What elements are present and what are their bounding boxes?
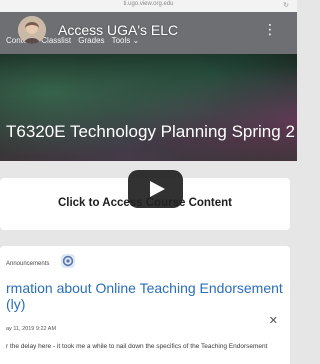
- announcement-body: r the delay here - it took me a while to…: [6, 343, 268, 350]
- announcements-widget: Announcements rmation about Online Teach…: [0, 246, 290, 364]
- course-banner: T6320E Technology Planning Spring 2: [0, 54, 297, 161]
- announcements-label: Announcements: [6, 261, 50, 267]
- url-text: ti.ugo.view.org.edu: [123, 1, 174, 7]
- announcements-settings-icon[interactable]: [61, 254, 75, 268]
- announcement-date: ay 11, 2019 9:22 AM: [6, 326, 57, 332]
- course-title: T6320E Technology Planning Spring 2: [6, 122, 295, 141]
- dismiss-announcement-icon[interactable]: ✕: [269, 314, 278, 327]
- banner-image: [0, 54, 297, 161]
- play-button[interactable]: [128, 170, 183, 208]
- video-title[interactable]: Access UGA's ELC: [58, 22, 178, 38]
- more-options-icon[interactable]: ⋮: [263, 22, 277, 36]
- browser-url-bar[interactable]: ti.ugo.view.org.edu ↻: [0, 0, 297, 12]
- channel-avatar[interactable]: [18, 16, 46, 44]
- announcement-title-link[interactable]: rmation about Online Teaching Endorsemen…: [6, 280, 286, 312]
- reload-icon[interactable]: ↻: [283, 1, 289, 9]
